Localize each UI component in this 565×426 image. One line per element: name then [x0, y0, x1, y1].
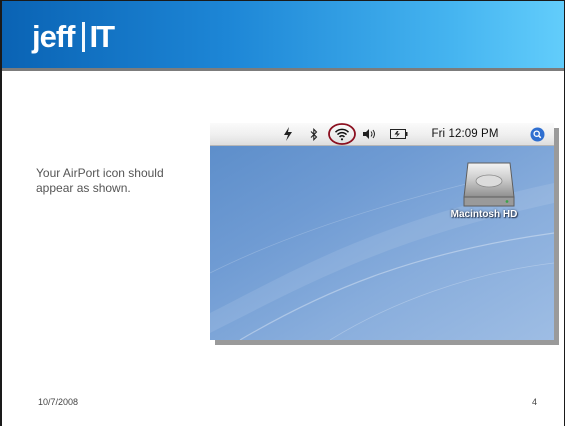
desktop-wallpaper-swoosh	[210, 182, 554, 340]
menubar-clock[interactable]: Fri 12:09 PM	[424, 123, 506, 145]
slide-date: 10/7/2008	[38, 397, 79, 407]
sync-icon[interactable]	[280, 123, 296, 145]
jeffit-logo: jeff IT	[32, 19, 116, 54]
logo-jeff-text: jeff	[32, 19, 75, 54]
volume-icon[interactable]	[360, 123, 380, 145]
macintosh-hd-label: Macintosh HD	[450, 209, 518, 220]
battery-icon[interactable]	[388, 123, 410, 145]
slide: jeff IT Your AirPort icon should appear …	[0, 0, 565, 426]
slide-page-number: 4	[532, 397, 538, 407]
slide-caption: Your AirPort icon should appear as shown…	[36, 166, 164, 195]
hard-drive-icon[interactable]	[460, 157, 520, 217]
mac-desktop-screenshot: Fri 12:09 PM Macintosh HD	[210, 123, 554, 340]
airport-wifi-icon[interactable]	[327, 123, 357, 145]
spotlight-icon[interactable]	[528, 123, 546, 145]
mac-menu-bar: Fri 12:09 PM	[210, 123, 554, 146]
slide-header: jeff IT	[2, 1, 564, 71]
logo-it-text: IT	[89, 19, 116, 54]
bluetooth-icon[interactable]	[308, 123, 320, 145]
logo-divider	[81, 22, 85, 52]
